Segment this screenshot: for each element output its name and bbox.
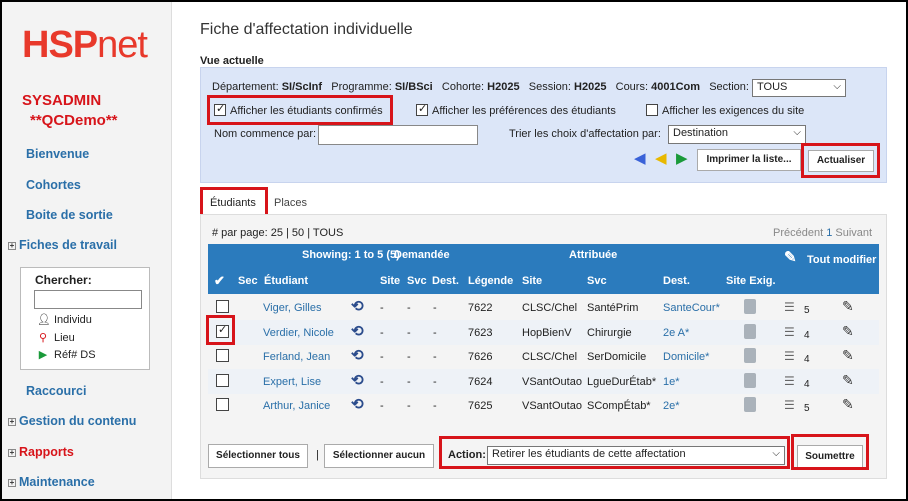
screenshot-border	[0, 0, 908, 501]
